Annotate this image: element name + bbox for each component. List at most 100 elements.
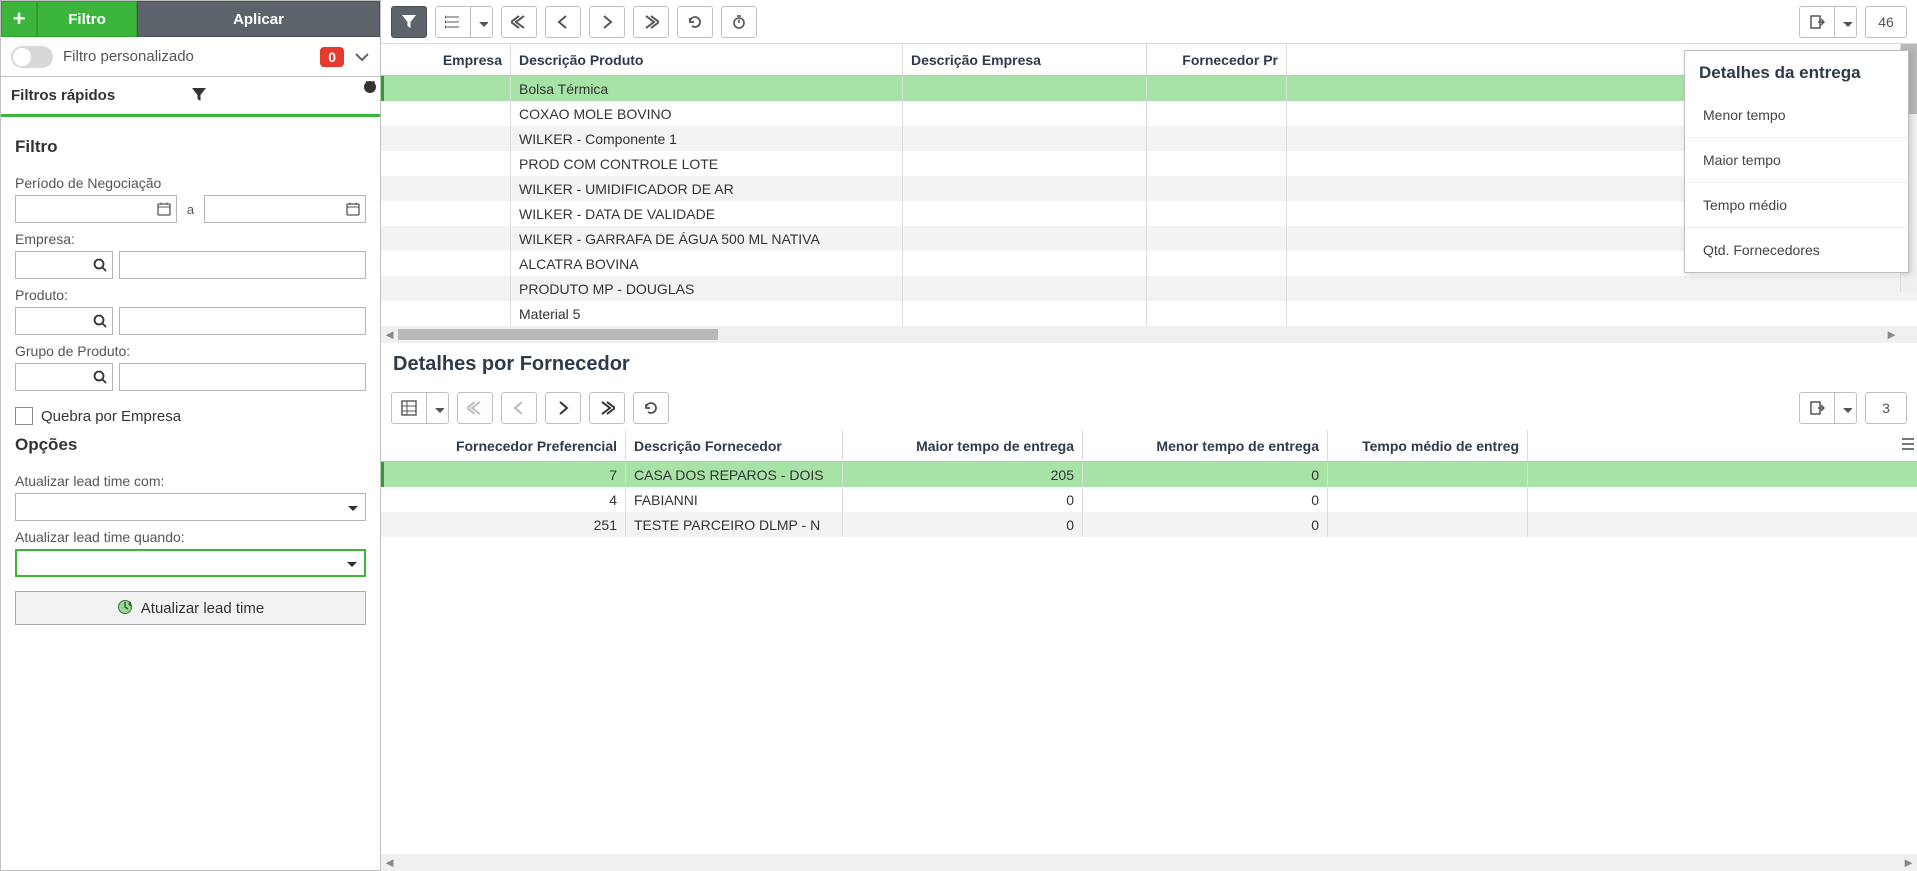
prev-page-button-b[interactable] [501, 392, 537, 424]
calendar-icon [345, 201, 361, 217]
period-to-input[interactable] [204, 195, 366, 223]
period-sep: a [187, 202, 194, 217]
update-leadtime-button[interactable]: Atualizar lead time [15, 591, 366, 625]
last-page-button[interactable] [633, 6, 669, 38]
next-icon [555, 400, 571, 416]
last-icon [599, 400, 615, 416]
refresh-icon [687, 14, 703, 30]
delivery-detail-item: Menor tempo [1685, 93, 1908, 137]
delivery-detail-item: Qtd. Fornecedores [1685, 227, 1908, 272]
table-row[interactable]: 4FABIANNI00 [381, 487, 1917, 512]
first-page-button[interactable] [501, 6, 537, 38]
delivery-details-title: Detalhes da entrega [1685, 51, 1908, 93]
grid-icon [401, 400, 417, 416]
export-dropdown-b[interactable] [1835, 392, 1857, 424]
caret-down-icon [476, 16, 488, 28]
apply-button[interactable]: Aplicar [137, 1, 380, 37]
export-icon [1809, 400, 1825, 416]
export-button-b[interactable] [1799, 392, 1835, 424]
caret-down-icon [1840, 402, 1852, 414]
table-row[interactable]: PRODUTO MP - DOUGLAS [381, 276, 1917, 301]
col-desc-produto[interactable]: Descrição Produto [511, 44, 903, 75]
produto-text[interactable] [119, 307, 366, 335]
horizontal-scrollbar[interactable]: ◄ ► [381, 326, 1917, 343]
refresh-button[interactable] [677, 6, 713, 38]
grid-view-button[interactable] [391, 392, 427, 424]
table-row[interactable]: 251TESTE PARCEIRO DLMP - N00 [381, 512, 1917, 537]
search-icon [93, 314, 108, 329]
leadtime-com-label: Atualizar lead time com: [15, 473, 366, 489]
last-page-button-b[interactable] [589, 392, 625, 424]
sidebar: + Filtro Aplicar Filtro personalizado 0 … [0, 0, 381, 871]
filter-toggle-button[interactable] [391, 6, 427, 38]
leadtime-quando-select[interactable] [15, 549, 366, 577]
period-label: Período de Negociação [15, 175, 366, 191]
view-list-dropdown[interactable] [471, 6, 493, 38]
custom-filter-toggle[interactable] [11, 46, 53, 68]
main: 46 Empresa Descrição Produto Descrição E… [381, 0, 1917, 871]
export-button[interactable] [1799, 6, 1835, 38]
main-horizontal-scrollbar[interactable]: ◄ ► [381, 854, 1917, 871]
produto-lookup[interactable] [15, 307, 113, 335]
table-row[interactable]: 7CASA DOS REPAROS - DOIS2050 [381, 462, 1917, 487]
col-menor-tempo[interactable]: Menor tempo de entrega [1083, 430, 1328, 461]
top-count: 46 [1865, 6, 1907, 38]
last-icon [643, 14, 659, 30]
next-icon [599, 14, 615, 30]
period-from-input[interactable] [15, 195, 177, 223]
grupo-text[interactable] [119, 363, 366, 391]
detail-section-title: Detalhes por Fornecedor [381, 343, 1917, 386]
quick-filter-icon[interactable]: ✕ [191, 87, 371, 105]
delivery-details-panel: Detalhes da entrega Menor tempoMaior tem… [1684, 50, 1909, 273]
col-desc-empresa[interactable]: Descrição Empresa [903, 44, 1147, 75]
timer-button[interactable] [721, 6, 757, 38]
empresa-lookup[interactable] [15, 251, 113, 279]
filter-button[interactable]: Filtro [37, 1, 137, 37]
refresh-button-b[interactable] [633, 392, 669, 424]
custom-filter-badge: 0 [320, 47, 344, 67]
calendar-icon [156, 201, 172, 217]
export-dropdown[interactable] [1835, 6, 1857, 38]
add-filter-button[interactable]: + [1, 1, 37, 37]
custom-filter-label: Filtro personalizado [63, 48, 310, 65]
first-icon [467, 400, 483, 416]
caret-down-icon [432, 402, 444, 414]
caret-down-icon [345, 500, 359, 514]
delivery-detail-item: Tempo médio [1685, 182, 1908, 227]
leadtime-com-select[interactable] [15, 493, 366, 521]
next-page-button[interactable] [589, 6, 625, 38]
quebra-checkbox[interactable] [15, 407, 33, 425]
table-row[interactable]: Material 5 [381, 301, 1917, 326]
caret-down-icon [344, 556, 358, 570]
grid-view-dropdown[interactable] [427, 392, 449, 424]
col-fornecedor[interactable]: Fornecedor Pr [1147, 44, 1287, 75]
col-maior-tempo[interactable]: Maior tempo de entrega [843, 430, 1083, 461]
expand-custom-icon[interactable] [354, 49, 370, 65]
list-icon [445, 14, 461, 30]
col-fornecedor-pref[interactable]: Fornecedor Preferencial [381, 430, 626, 461]
view-list-button[interactable] [435, 6, 471, 38]
grupo-lookup[interactable] [15, 363, 113, 391]
grid-menu-icon[interactable] [1901, 436, 1915, 450]
leadtime-quando-label: Atualizar lead time quando: [15, 529, 366, 545]
quebra-label: Quebra por Empresa [41, 408, 181, 425]
quick-filters-label: Filtros rápidos [11, 87, 191, 104]
col-empresa[interactable]: Empresa [381, 44, 511, 75]
empresa-text[interactable] [119, 251, 366, 279]
next-page-button-b[interactable] [545, 392, 581, 424]
col-desc-fornecedor[interactable]: Descrição Fornecedor [626, 430, 843, 461]
prev-page-button[interactable] [545, 6, 581, 38]
bottom-toolbar: 3 [381, 386, 1917, 430]
first-icon [511, 14, 527, 30]
empresa-label: Empresa: [15, 231, 366, 247]
search-icon [93, 370, 108, 385]
funnel-icon [401, 14, 417, 30]
export-icon [1809, 14, 1825, 30]
caret-down-icon [1840, 16, 1852, 28]
produto-label: Produto: [15, 287, 366, 303]
first-page-button-b[interactable] [457, 392, 493, 424]
col-tempo-medio[interactable]: Tempo médio de entreg [1328, 430, 1528, 461]
top-toolbar: 46 [381, 0, 1917, 44]
bottom-grid: Fornecedor Preferencial Descrição Fornec… [381, 430, 1917, 537]
options-section-title: Opções [15, 435, 366, 455]
